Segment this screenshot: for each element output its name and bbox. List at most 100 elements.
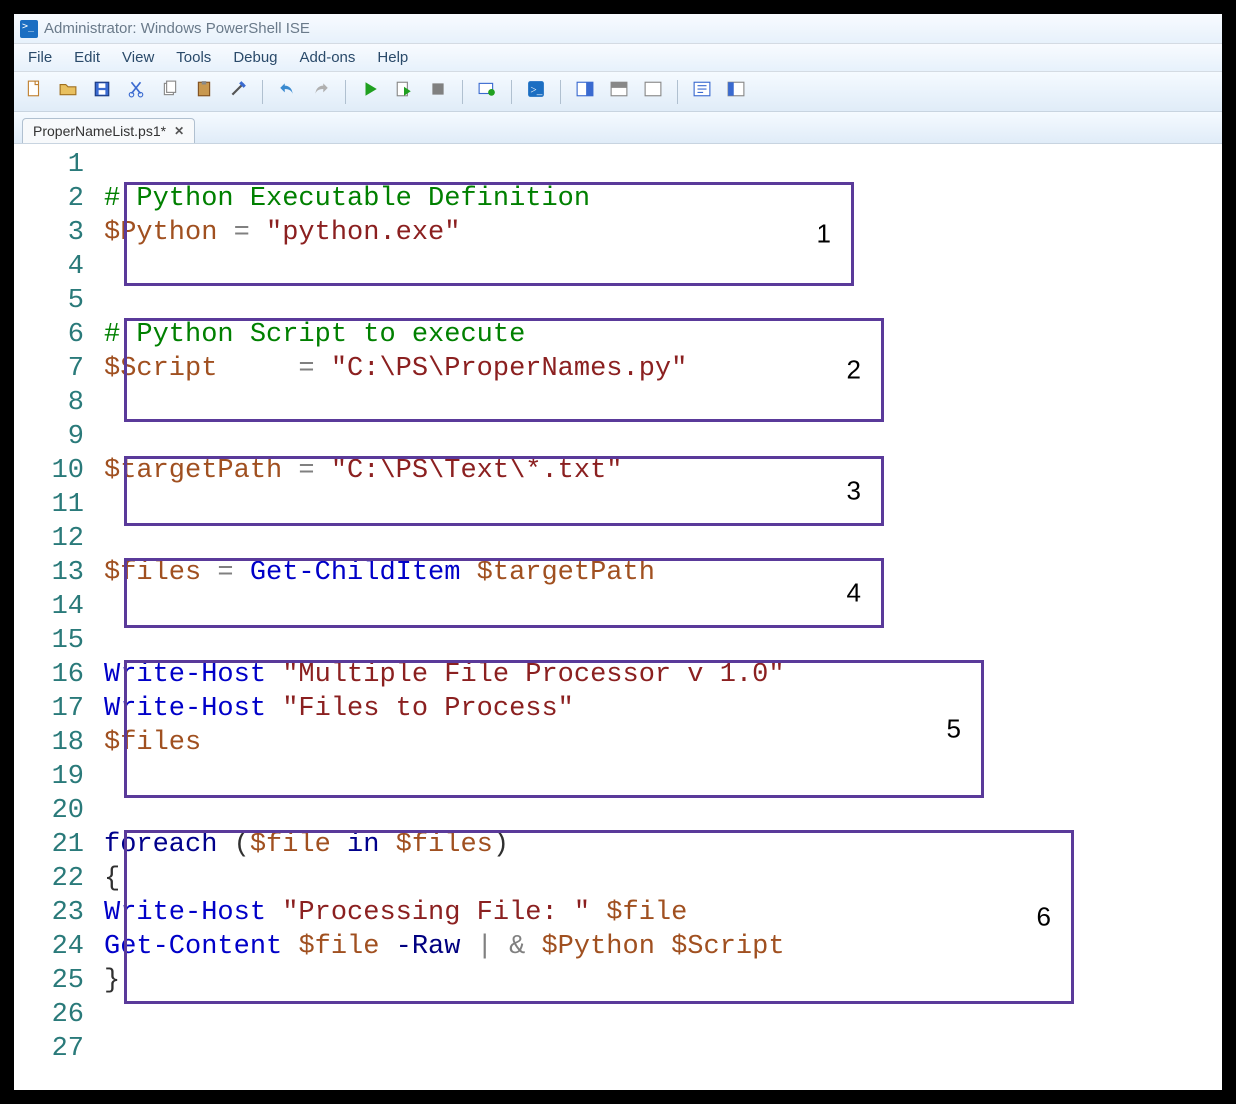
code-token: $Script xyxy=(104,354,217,384)
code-line[interactable]: 2# Python Executable Definition xyxy=(14,182,1222,216)
code-line[interactable]: 24Get-Content $file -Raw | & $Python $Sc… xyxy=(14,930,1222,964)
line-content[interactable] xyxy=(104,624,1222,658)
line-content[interactable]: Get-Content $file -Raw | & $Python $Scri… xyxy=(104,930,1222,964)
code-line[interactable]: 4 xyxy=(14,250,1222,284)
line-content[interactable] xyxy=(104,1032,1222,1066)
line-content[interactable] xyxy=(104,794,1222,828)
annotation-number: 2 xyxy=(847,355,861,386)
code-line[interactable]: 16Write-Host "Multiple File Processor v … xyxy=(14,658,1222,692)
new-button[interactable] xyxy=(20,78,48,106)
redo-button[interactable] xyxy=(307,78,335,106)
code-line[interactable]: 14 xyxy=(14,590,1222,624)
line-content[interactable] xyxy=(104,148,1222,182)
code-token: Write-Host xyxy=(104,898,266,928)
line-content[interactable] xyxy=(104,760,1222,794)
code-line[interactable]: 22{ xyxy=(14,862,1222,896)
save-button[interactable] xyxy=(88,78,116,106)
code-line[interactable]: 15 xyxy=(14,624,1222,658)
remote-button[interactable] xyxy=(473,78,501,106)
code-line[interactable]: 20 xyxy=(14,794,1222,828)
line-content[interactable] xyxy=(104,590,1222,624)
open-button[interactable] xyxy=(54,78,82,106)
line-content[interactable]: $files xyxy=(104,726,1222,760)
cut-button[interactable] xyxy=(122,78,150,106)
code-token: "Processing File: " xyxy=(282,898,590,928)
menu-file[interactable]: File xyxy=(18,46,62,69)
editor-tab[interactable]: ProperNameList.ps1* ✕ xyxy=(22,118,195,143)
code-line[interactable]: 6# Python Script to execute xyxy=(14,318,1222,352)
menu-add-ons[interactable]: Add-ons xyxy=(290,46,366,69)
code-line[interactable]: 26 xyxy=(14,998,1222,1032)
line-content[interactable] xyxy=(104,386,1222,420)
line-number: 1 xyxy=(14,148,104,182)
clear-button[interactable] xyxy=(224,78,252,106)
command-button[interactable] xyxy=(688,78,716,106)
code-line[interactable]: 12 xyxy=(14,522,1222,556)
line-number: 24 xyxy=(14,930,104,964)
code-line[interactable]: 1 xyxy=(14,148,1222,182)
pane-right-button[interactable] xyxy=(571,78,599,106)
line-content[interactable]: $targetPath = "C:\PS\Text\*.txt" xyxy=(104,454,1222,488)
code-line[interactable]: 10$targetPath = "C:\PS\Text\*.txt" xyxy=(14,454,1222,488)
line-content[interactable] xyxy=(104,488,1222,522)
stop-button[interactable] xyxy=(424,78,452,106)
code-line[interactable]: 21foreach ($file in $files) xyxy=(14,828,1222,862)
line-content[interactable]: $files = Get-ChildItem $targetPath xyxy=(104,556,1222,590)
copy-button[interactable] xyxy=(156,78,184,106)
run-selection-button[interactable] xyxy=(390,78,418,106)
menu-tools[interactable]: Tools xyxy=(166,46,221,69)
code-token xyxy=(460,558,476,588)
pane-max-button[interactable] xyxy=(639,78,667,106)
code-line[interactable]: 8 xyxy=(14,386,1222,420)
line-content[interactable]: { xyxy=(104,862,1222,896)
code-line[interactable]: 5 xyxy=(14,284,1222,318)
line-number: 9 xyxy=(14,420,104,454)
tab-close-icon[interactable]: ✕ xyxy=(174,124,184,138)
line-content[interactable]: # Python Executable Definition xyxy=(104,182,1222,216)
line-content[interactable] xyxy=(104,420,1222,454)
code-line[interactable]: 7$Script = "C:\PS\ProperNames.py" xyxy=(14,352,1222,386)
code-line[interactable]: 11 xyxy=(14,488,1222,522)
undo-button[interactable] xyxy=(273,78,301,106)
code-line[interactable]: 9 xyxy=(14,420,1222,454)
line-content[interactable]: } xyxy=(104,964,1222,998)
code-line[interactable]: 19 xyxy=(14,760,1222,794)
pane-top-button[interactable] xyxy=(605,78,633,106)
line-content[interactable] xyxy=(104,250,1222,284)
code-line[interactable]: 3$Python = "python.exe" xyxy=(14,216,1222,250)
line-content[interactable] xyxy=(104,998,1222,1032)
code-line[interactable]: 17Write-Host "Files to Process" xyxy=(14,692,1222,726)
paste-button[interactable] xyxy=(190,78,218,106)
menu-edit[interactable]: Edit xyxy=(64,46,110,69)
line-content[interactable]: Write-Host "Processing File: " $file xyxy=(104,896,1222,930)
copy-icon xyxy=(161,80,179,103)
line-content[interactable]: # Python Script to execute xyxy=(104,318,1222,352)
line-content[interactable]: $Script = "C:\PS\ProperNames.py" xyxy=(104,352,1222,386)
code-editor[interactable]: 12# Python Executable Definition3$Python… xyxy=(14,144,1222,1090)
code-line[interactable]: 13$files = Get-ChildItem $targetPath xyxy=(14,556,1222,590)
line-content[interactable]: $Python = "python.exe" xyxy=(104,216,1222,250)
code-line[interactable]: 25} xyxy=(14,964,1222,998)
line-content[interactable]: Write-Host "Files to Process" xyxy=(104,692,1222,726)
line-content[interactable] xyxy=(104,284,1222,318)
line-content[interactable]: Write-Host "Multiple File Processor v 1.… xyxy=(104,658,1222,692)
code-token: Get-ChildItem xyxy=(250,558,461,588)
annotation-number: 5 xyxy=(947,714,961,745)
clear-icon xyxy=(229,80,247,103)
menu-view[interactable]: View xyxy=(112,46,164,69)
code-line[interactable]: 18$files xyxy=(14,726,1222,760)
code-token: $file xyxy=(250,830,331,860)
menu-debug[interactable]: Debug xyxy=(223,46,287,69)
app-icon xyxy=(20,20,38,38)
code-token: "Files to Process" xyxy=(282,694,574,724)
open-icon xyxy=(59,80,77,103)
save-icon xyxy=(93,80,111,103)
line-content[interactable]: foreach ($file in $files) xyxy=(104,828,1222,862)
run-selection-icon xyxy=(395,80,413,103)
powershell-button[interactable]: >_ xyxy=(522,78,550,106)
code-line[interactable]: 27 xyxy=(14,1032,1222,1066)
line-content[interactable] xyxy=(104,522,1222,556)
toolbox-button[interactable] xyxy=(722,78,750,106)
run-button[interactable] xyxy=(356,78,384,106)
menu-help[interactable]: Help xyxy=(367,46,418,69)
